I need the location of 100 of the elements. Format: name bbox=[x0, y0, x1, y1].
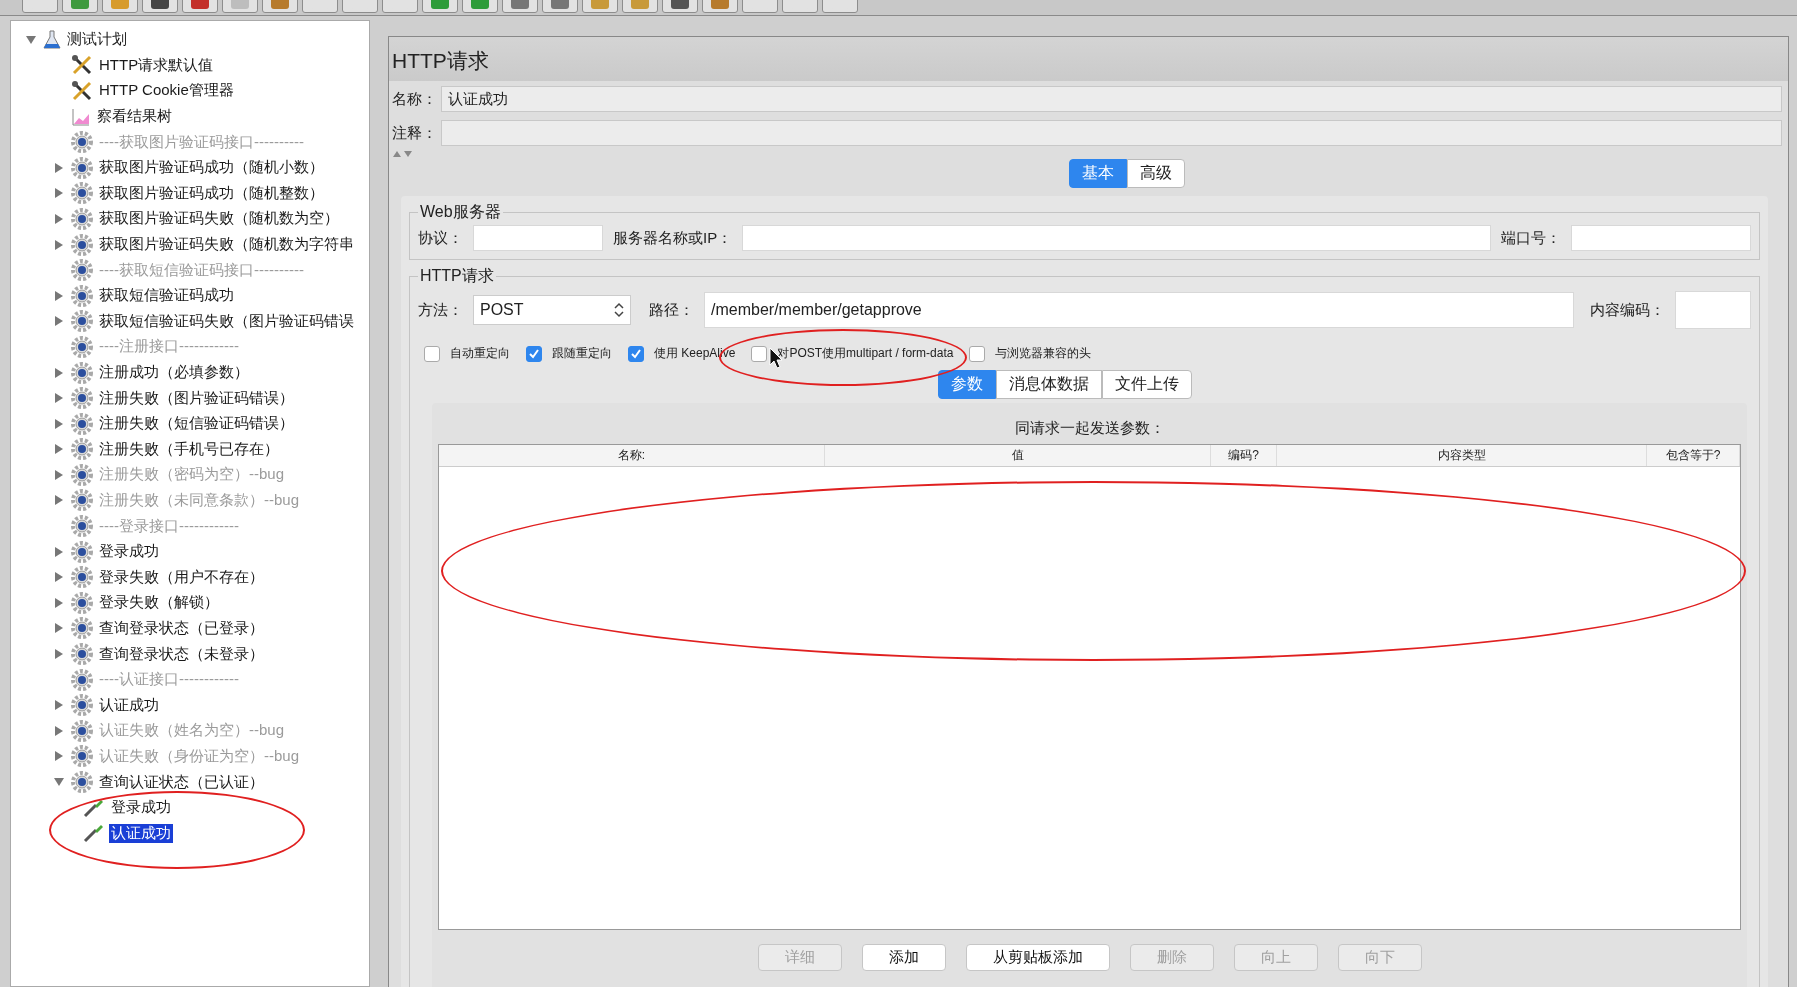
field-label: 协议： bbox=[418, 228, 463, 248]
tree-item[interactable]: HTTP Cookie管理器 bbox=[97, 81, 236, 101]
field-label: 端口号： bbox=[1501, 228, 1561, 248]
tab[interactable]: 文件上传 bbox=[1102, 370, 1192, 399]
field-label: 内容编码： bbox=[1590, 300, 1665, 320]
expand-toggle-icon[interactable] bbox=[26, 35, 36, 44]
tree-item[interactable]: 认证成功 bbox=[109, 823, 173, 843]
tree-item[interactable]: 查询认证状态（已认证） bbox=[97, 772, 266, 792]
expand-toggle-icon[interactable] bbox=[55, 393, 63, 404]
checkbox-label: 跟随重定向 bbox=[552, 345, 612, 362]
tab[interactable]: 高级 bbox=[1127, 159, 1185, 188]
checkbox-label: 对POST使用multipart / form-data bbox=[777, 345, 954, 362]
gear-icon bbox=[71, 643, 93, 666]
comment-field[interactable] bbox=[441, 120, 1782, 146]
field-label: 方法： bbox=[418, 300, 463, 320]
tree-item[interactable]: 察看结果树 bbox=[95, 107, 174, 127]
column-header[interactable]: 内容类型 bbox=[1277, 445, 1647, 466]
tree-item[interactable]: HTTP请求默认值 bbox=[97, 55, 216, 75]
port-field[interactable] bbox=[1571, 225, 1751, 251]
field-label: 注释： bbox=[392, 123, 437, 143]
tree-item[interactable]: 查询登录状态（未登录） bbox=[97, 644, 266, 664]
field-label: 名称： bbox=[392, 89, 437, 109]
method-select[interactable]: POST bbox=[473, 295, 631, 325]
gear-icon bbox=[71, 131, 93, 154]
tree-item[interactable]: 注册失败（图片验证码错误） bbox=[97, 388, 296, 408]
tree-item[interactable]: 获取图片验证码失败（随机数为空） bbox=[97, 209, 341, 229]
checkbox[interactable] bbox=[751, 345, 768, 362]
expand-toggle-icon[interactable] bbox=[55, 418, 63, 429]
checkbox[interactable] bbox=[628, 345, 644, 362]
action-button[interactable]: 添加 bbox=[861, 944, 946, 971]
tree-item[interactable]: 获取短信验证码失败（图片验证码错误 bbox=[97, 311, 356, 331]
encoding-field[interactable] bbox=[1675, 291, 1751, 329]
flask-icon bbox=[43, 29, 61, 50]
tree-item[interactable]: 获取图片验证码成功（随机小数） bbox=[97, 158, 326, 178]
gear-icon bbox=[71, 207, 93, 230]
stepper-icon bbox=[614, 302, 624, 318]
checkbox[interactable] bbox=[969, 345, 986, 362]
server-field[interactable] bbox=[742, 225, 1491, 251]
tree-item[interactable]: 注册失败（手机号已存在） bbox=[97, 439, 281, 459]
column-header[interactable]: 值 bbox=[825, 445, 1211, 466]
protocol-field[interactable] bbox=[473, 225, 603, 251]
expand-toggle-icon[interactable] bbox=[55, 546, 63, 557]
tree-item[interactable]: 登录成功 bbox=[109, 798, 173, 818]
gear-icon bbox=[71, 387, 93, 410]
expand-toggle-icon[interactable] bbox=[55, 290, 63, 301]
gear-icon bbox=[71, 566, 93, 589]
tree-item[interactable]: 测试计划 bbox=[65, 30, 129, 50]
gear-icon bbox=[71, 463, 93, 486]
gear-icon bbox=[71, 310, 93, 333]
checkbox[interactable] bbox=[424, 345, 440, 362]
tree-item[interactable]: 登录失败（用户不存在） bbox=[97, 567, 266, 587]
expand-toggle-icon[interactable] bbox=[55, 367, 63, 378]
gear-icon bbox=[71, 182, 93, 205]
dropper-icon bbox=[83, 823, 105, 844]
action-button[interactable]: 从剪贴板添加 bbox=[965, 944, 1110, 971]
checkbox[interactable] bbox=[526, 345, 542, 362]
gear-icon bbox=[71, 719, 93, 742]
table-caption: 同请求一起发送参数： bbox=[1013, 418, 1166, 438]
tree-item[interactable]: 注册成功（必填参数） bbox=[97, 363, 251, 382]
gear-icon bbox=[71, 335, 93, 358]
expand-toggle-icon[interactable] bbox=[55, 188, 63, 199]
tree-item[interactable]: 登录成功 bbox=[97, 542, 161, 562]
gear-icon bbox=[71, 591, 93, 614]
column-header[interactable]: 编码? bbox=[1211, 445, 1277, 466]
tree-item[interactable]: 获取图片验证码失败（随机数为字符串 bbox=[97, 235, 356, 255]
tab[interactable]: 参数 bbox=[938, 370, 996, 399]
expand-toggle-icon[interactable] bbox=[55, 623, 63, 634]
tree-item[interactable]: 获取图片验证码成功（随机整数） bbox=[97, 183, 326, 203]
expand-toggle-icon[interactable] bbox=[55, 239, 63, 250]
tree-item[interactable]: 登录失败（解锁） bbox=[97, 593, 221, 613]
expand-toggle-icon[interactable] bbox=[55, 572, 63, 583]
expand-toggle-icon[interactable] bbox=[55, 316, 63, 327]
group-title: Web服务器 bbox=[419, 202, 502, 222]
wrench-screwdriver-icon bbox=[71, 55, 93, 76]
gear-icon bbox=[71, 617, 93, 640]
gear-icon bbox=[71, 489, 93, 512]
gear-icon bbox=[71, 156, 93, 179]
name-field[interactable]: 认证成功 bbox=[441, 86, 1782, 112]
expand-toggle-icon[interactable] bbox=[55, 597, 63, 608]
tree-item[interactable]: 查询登录状态（已登录） bbox=[97, 618, 266, 638]
expand-toggle-icon[interactable] bbox=[55, 162, 63, 173]
column-header[interactable]: 包含等于? bbox=[1647, 445, 1740, 466]
panel-title: HTTP请求 bbox=[389, 37, 1788, 81]
checkbox-label: 自动重定向 bbox=[450, 345, 510, 362]
gear-icon bbox=[71, 438, 93, 461]
tree-item[interactable]: 注册失败（短信验证码错误） bbox=[97, 414, 296, 434]
tab[interactable]: 消息体数据 bbox=[996, 370, 1102, 399]
tree-item[interactable]: 认证成功 bbox=[97, 695, 161, 715]
tree-item[interactable]: 获取短信验证码成功 bbox=[97, 286, 236, 306]
column-header[interactable]: 名称: bbox=[439, 445, 825, 466]
expand-toggle-icon[interactable] bbox=[55, 444, 63, 455]
gear-icon bbox=[71, 771, 93, 793]
expand-toggle-icon[interactable] bbox=[54, 778, 64, 786]
expand-toggle-icon[interactable] bbox=[55, 700, 63, 711]
expand-toggle-icon[interactable] bbox=[55, 213, 63, 224]
gear-icon bbox=[71, 668, 93, 691]
tab[interactable]: 基本 bbox=[1069, 159, 1127, 188]
expand-toggle-icon[interactable] bbox=[55, 649, 63, 660]
gear-icon bbox=[71, 515, 93, 538]
gear-icon bbox=[71, 233, 93, 256]
